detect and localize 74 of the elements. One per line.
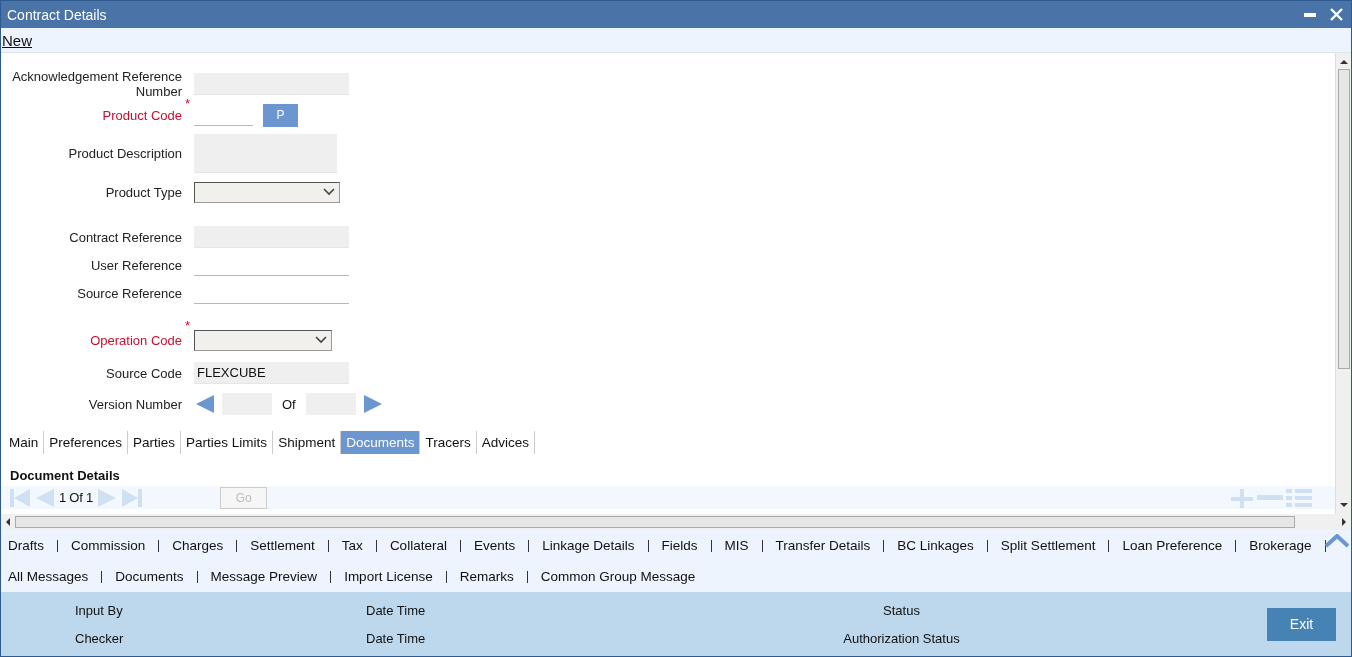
tab[interactable]: Parties [128, 431, 182, 454]
nav-link[interactable]: Drafts [8, 539, 58, 552]
nav-link[interactable]: Common Group Message [540, 570, 709, 583]
nav-link[interactable]: Collateral [389, 539, 461, 552]
vertical-scrollbar[interactable] [1335, 53, 1351, 514]
required-mark: * [184, 96, 190, 111]
nav-link[interactable]: Remarks [459, 570, 528, 583]
section-title: Document Details [9, 467, 121, 485]
minimize-icon[interactable] [1304, 12, 1316, 17]
field-label: User Reference [89, 256, 182, 275]
delete-row-icon[interactable] [1257, 494, 1283, 501]
nav-link[interactable]: MIS [724, 539, 763, 552]
window-title: Contract Details [7, 6, 107, 23]
nav-link[interactable]: Documents [115, 570, 198, 583]
nav-link[interactable]: Split Settlement [1000, 539, 1110, 552]
footer-label: Authorization Status [843, 630, 960, 646]
nav-link[interactable]: Loan Preference [1122, 539, 1237, 552]
footer-label: Status [883, 602, 920, 618]
dropdown[interactable] [194, 181, 340, 203]
text-field[interactable]: FLEXCUBE [194, 362, 349, 384]
new-link[interactable]: New [1, 31, 32, 49]
add-row-icon[interactable] [1230, 487, 1254, 508]
next-icon[interactable] [361, 394, 384, 414]
required-mark: * [184, 318, 190, 333]
footer-label: Date Time [366, 602, 426, 618]
nav-link[interactable]: Charges [172, 539, 238, 552]
field-label: Version Number [87, 395, 182, 414]
horizontal-scrollbar[interactable] [1, 514, 1351, 530]
tab[interactable]: Parties Limits [181, 431, 274, 454]
close-icon[interactable] [1330, 8, 1343, 21]
tab[interactable]: Preferences [44, 431, 129, 454]
collapse-icon[interactable] [1325, 534, 1349, 548]
scroll-left-icon[interactable] [5, 518, 11, 526]
tab[interactable]: Main [4, 431, 45, 454]
nav-link[interactable]: Message Preview [210, 570, 332, 583]
scroll-up-icon[interactable] [1339, 59, 1348, 65]
nav-link[interactable]: Linkage Details [542, 539, 649, 552]
of-label: Of [282, 396, 296, 412]
field-label: Product Description [67, 144, 182, 163]
page-number: 1 [59, 490, 67, 505]
nav-link[interactable]: Brokerage [1249, 539, 1326, 552]
nav-link[interactable]: Import License [344, 570, 447, 583]
page-total: 1 [85, 490, 94, 505]
nav-link[interactable]: Tax [341, 539, 377, 552]
list-icon[interactable] [1286, 487, 1312, 508]
footer-label: Date Time [366, 630, 426, 646]
scroll-down-icon[interactable] [1339, 502, 1348, 508]
text-area[interactable] [194, 133, 337, 173]
scroll-right-icon[interactable] [1341, 518, 1347, 526]
footer-label: Input By [75, 602, 123, 618]
field-label: Source Code [105, 364, 182, 383]
field-label: Product Type [104, 183, 182, 202]
nav-link[interactable]: BC Linkages [897, 539, 988, 552]
field-label: Acknowledgement Reference Number [11, 69, 182, 99]
tab[interactable]: Tracers [420, 431, 477, 454]
nav-link[interactable]: Commission [71, 539, 160, 552]
nav-link[interactable]: Transfer Details [775, 539, 885, 552]
nav-link[interactable]: Fields [661, 539, 712, 552]
chevron-down-icon [315, 336, 327, 344]
previous-icon[interactable] [194, 394, 216, 414]
field-label: Source Reference [76, 284, 182, 303]
tab[interactable]: Advices [476, 431, 535, 454]
chevron-down-icon [323, 188, 335, 196]
exit-button[interactable]: Exit [1267, 607, 1336, 641]
nav-link[interactable]: Settlement [250, 539, 329, 552]
first-page-icon[interactable] [9, 487, 31, 508]
footer-label: Checker [75, 630, 124, 646]
dropdown[interactable] [194, 329, 332, 351]
previous-icon[interactable] [34, 487, 56, 508]
last-page-icon[interactable] [121, 487, 144, 508]
nav-link[interactable]: All Messages [8, 570, 103, 583]
nav-link[interactable]: Events [473, 539, 530, 552]
field-label: Contract Reference [68, 228, 182, 247]
of-label: Of [69, 490, 83, 505]
